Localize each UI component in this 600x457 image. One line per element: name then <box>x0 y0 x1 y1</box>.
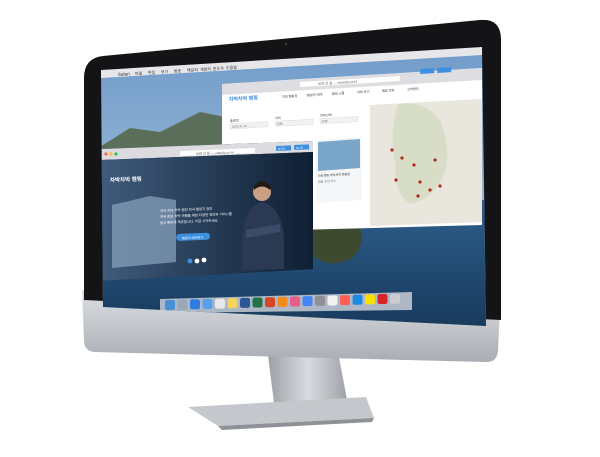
filter-label: 지역선택 <box>320 112 332 118</box>
notes-icon[interactable] <box>227 298 238 309</box>
settings-icon[interactable] <box>315 295 325 306</box>
map-pin[interactable] <box>400 156 404 160</box>
menubar-item[interactable]: 방문 <box>174 67 182 73</box>
stand <box>188 352 374 430</box>
screen: Safari 파일 편집 보기 방문 책갈피 개발자 윈도우 도움말 보관 안 됨 — cha… <box>101 47 486 326</box>
menubar-item[interactable]: 윈도우 <box>213 65 225 72</box>
chrome-icon[interactable] <box>302 296 313 307</box>
menubar-item[interactable]: 파일 <box>135 70 143 76</box>
finder-icon[interactable] <box>165 300 175 310</box>
menubar-item[interactable]: 도움말 <box>226 64 238 71</box>
slider-dot-active[interactable] <box>187 258 193 264</box>
back-admin-button[interactable] <box>420 68 435 74</box>
safari-icon[interactable] <box>190 299 200 310</box>
powerpoint-icon[interactable] <box>265 297 275 308</box>
front-admin-label: 관리자 <box>278 147 286 151</box>
back-nav-item[interactable]: 캠핑카 대여 <box>307 92 323 98</box>
filter-label: 출발일 <box>230 117 239 123</box>
map-pin[interactable] <box>390 148 394 152</box>
acrobat-icon[interactable] <box>377 294 388 305</box>
back-nav-item[interactable]: 캠핑 정보 <box>382 87 395 93</box>
slider-dot-3[interactable] <box>201 257 207 263</box>
map-pin[interactable] <box>394 178 398 182</box>
zoom-dot[interactable] <box>114 152 118 156</box>
cta-label: 캠핑카 예약하기 <box>182 235 204 241</box>
menubar-item[interactable]: 편집 <box>148 69 156 75</box>
calendar2-icon[interactable] <box>340 295 350 306</box>
photos-icon[interactable] <box>290 296 300 307</box>
menubar-item[interactable]: 책갈피 <box>187 66 199 73</box>
launchpad-icon[interactable] <box>177 299 188 310</box>
map-pin[interactable] <box>438 184 442 188</box>
front-login-label: 로그인 <box>296 146 304 150</box>
menubar-item[interactable]: 보기 <box>161 68 169 74</box>
hero-van <box>112 196 176 268</box>
back-nav-item[interactable]: 캠핑 소품 <box>332 90 345 96</box>
camera <box>284 42 288 46</box>
trash-icon[interactable] <box>390 293 400 304</box>
preview-icon[interactable] <box>327 295 338 306</box>
minimize-dot[interactable] <box>109 152 113 156</box>
front-window: 보관 안 됨 — chanda.co.kr 관리자 로그인 차박차박 캠핑 국내… <box>101 141 313 281</box>
calendar-icon[interactable] <box>215 298 225 309</box>
map-pin[interactable] <box>418 180 422 184</box>
map-pin[interactable] <box>433 158 437 162</box>
mail-icon[interactable] <box>202 298 213 309</box>
appstore-icon[interactable] <box>352 294 363 305</box>
map-pin[interactable] <box>412 163 416 167</box>
word-icon[interactable] <box>240 297 250 308</box>
imac-mockup: Safari 파일 편집 보기 방문 책갈피 개발자 윈도우 도움말 보관 안 됨 — cha… <box>82 19 501 430</box>
back-nav-item[interactable]: 차박 후기 <box>357 89 370 95</box>
menubar-item[interactable]: 개발자 <box>200 65 212 72</box>
filter-label: 지역 <box>275 115 281 120</box>
filter-value: 전체 <box>277 121 283 126</box>
map-pin[interactable] <box>428 188 432 192</box>
back-nav-item[interactable]: 차박 캠핑장 <box>282 93 298 99</box>
excel-icon[interactable] <box>252 297 263 308</box>
close-dot[interactable] <box>104 152 108 156</box>
back-nav-item[interactable]: 고객센터 <box>407 86 419 92</box>
menubar-app[interactable]: Safari <box>118 71 130 77</box>
map-pin[interactable] <box>416 194 420 198</box>
filter-value: 전체 <box>322 118 328 123</box>
vlc-icon[interactable] <box>277 296 288 307</box>
slider-dot-2[interactable] <box>194 258 200 264</box>
back-login-button[interactable] <box>437 67 452 73</box>
back-card-image <box>318 139 360 171</box>
kakaotalk-icon[interactable] <box>365 294 375 305</box>
